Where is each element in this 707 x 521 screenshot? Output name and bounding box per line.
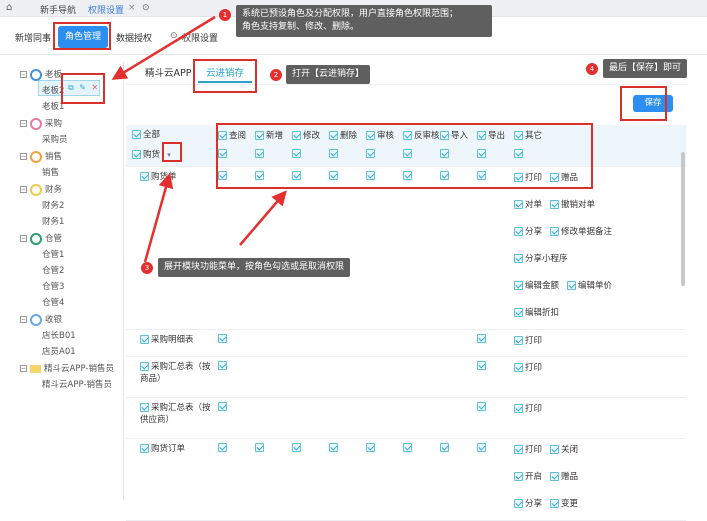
checkbox[interactable]	[550, 499, 560, 508]
arrow-1	[111, 15, 216, 80]
annotation-badge-3: 3	[141, 262, 153, 274]
annotation-4: 最后【保存】即可	[603, 59, 688, 78]
annotation-3: 展开模块功能菜单，按角色勾选或是取消权限	[158, 258, 351, 277]
annotation-badge-4: 4	[586, 63, 598, 75]
checkbox[interactable]	[514, 499, 523, 508]
option-label: 变更	[561, 499, 579, 509]
annotation-1: 系统已预设角色及分配权限，用户直接角色权限范围； 角色支持复制、修改、删除。	[236, 5, 492, 37]
annotation-badge-1: 1	[219, 9, 231, 21]
option-label: 分享	[525, 499, 543, 509]
annotation-badge-2: 2	[270, 69, 282, 81]
arrow-3a	[143, 172, 174, 263]
annotation-2: 打开【云进销存】	[286, 65, 371, 84]
arrow-3b	[239, 190, 287, 246]
